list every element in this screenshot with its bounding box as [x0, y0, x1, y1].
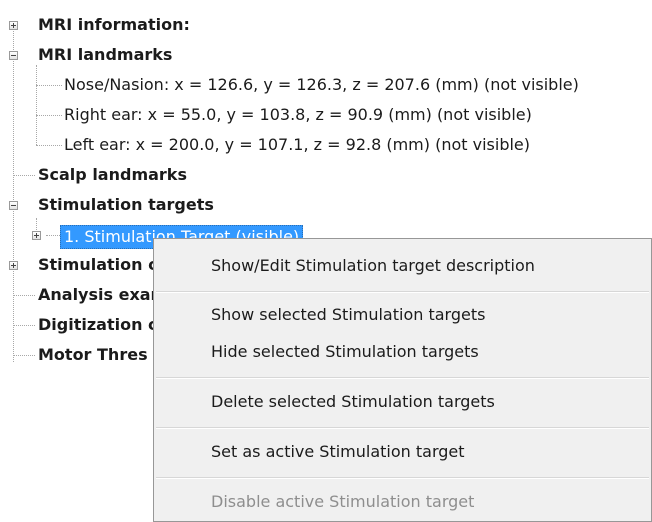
tree-node-right-ear[interactable]: Right ear: x = 55.0, y = 103.8, z = 90.9…	[64, 102, 532, 128]
menu-item-delete-selected[interactable]: Delete selected Stimulation targets	[211, 389, 495, 415]
expand-plus-icon[interactable]	[32, 231, 41, 240]
tree-node-digitization[interactable]: Digitization c	[38, 312, 158, 338]
menu-separator	[156, 477, 649, 479]
expand-plus-icon[interactable]	[9, 21, 18, 30]
expand-plus-icon[interactable]	[9, 261, 18, 270]
menu-item-set-active[interactable]: Set as active Stimulation target	[211, 439, 465, 465]
menu-item-hide-selected[interactable]: Hide selected Stimulation targets	[211, 339, 479, 365]
tree-connector	[13, 26, 14, 362]
tree-connector	[13, 295, 35, 296]
tree-connector	[36, 65, 37, 145]
tree-node-mri-landmarks[interactable]: MRI landmarks	[38, 42, 172, 68]
menu-separator	[156, 377, 649, 379]
tree-node-mri-information[interactable]: MRI information:	[38, 12, 190, 38]
menu-separator	[156, 427, 649, 429]
tree-connector	[36, 115, 62, 116]
collapse-minus-icon[interactable]	[9, 51, 18, 60]
tree-connector	[36, 85, 62, 86]
tree-node-stimulation[interactable]: Stimulation c	[38, 252, 158, 278]
tree-node-motor-threshold[interactable]: Motor Thres	[38, 342, 148, 368]
tree-node-nose-nasion[interactable]: Nose/Nasion: x = 126.6, y = 126.3, z = 2…	[64, 72, 579, 98]
tree-connector	[36, 145, 62, 146]
tree-node-analysis[interactable]: Analysis exar	[38, 282, 158, 308]
tree-connector	[13, 325, 35, 326]
context-menu: Show/Edit Stimulation target description…	[153, 238, 652, 522]
tree-node-scalp-landmarks[interactable]: Scalp landmarks	[38, 162, 187, 188]
tree-node-left-ear[interactable]: Left ear: x = 200.0, y = 107.1, z = 92.8…	[64, 132, 530, 158]
menu-item-show-selected[interactable]: Show selected Stimulation targets	[211, 302, 485, 328]
tree-connector	[46, 235, 60, 236]
tree-connector	[13, 175, 35, 176]
menu-item-disable-active: Disable active Stimulation target	[211, 492, 475, 511]
tree-connector	[13, 355, 35, 356]
collapse-minus-icon[interactable]	[9, 201, 18, 210]
menu-separator	[156, 291, 649, 293]
menu-item-show-edit-description[interactable]: Show/Edit Stimulation target description	[211, 253, 535, 279]
tree-node-stimulation-targets[interactable]: Stimulation targets	[38, 192, 214, 218]
